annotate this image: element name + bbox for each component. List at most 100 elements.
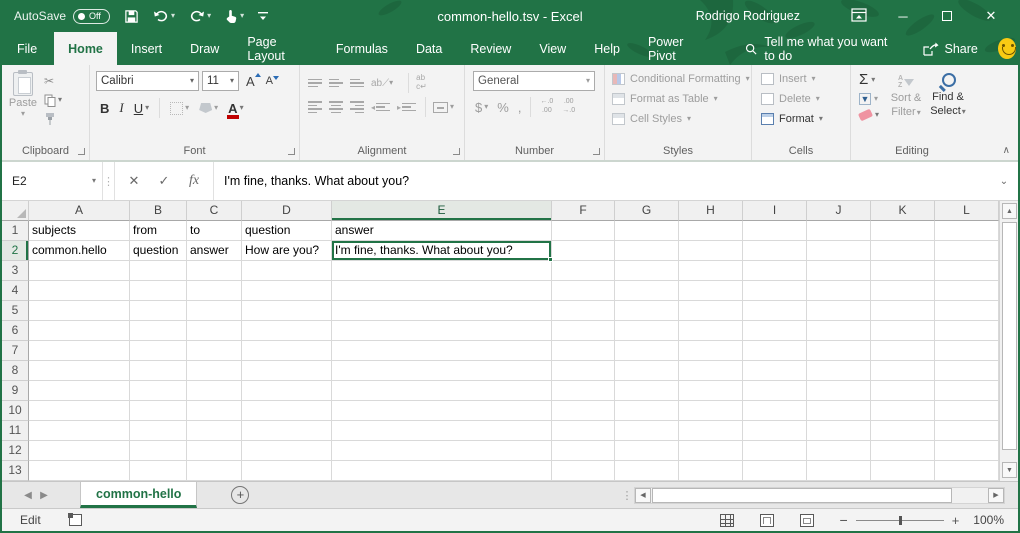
cell-E5[interactable] xyxy=(332,301,552,321)
cell-F6[interactable] xyxy=(552,321,615,341)
align-left-button[interactable] xyxy=(308,101,322,113)
underline-caret[interactable]: ▾ xyxy=(145,104,149,112)
zoom-in-button[interactable]: + xyxy=(952,513,960,528)
row-header-3[interactable]: 3 xyxy=(2,261,29,281)
font-size-combo[interactable]: 11 ▾ xyxy=(202,71,239,91)
delete-cells-button[interactable]: Delete ▾ xyxy=(752,89,850,109)
user-name[interactable]: Rodrigo Rodriguez xyxy=(696,9,800,23)
share-button[interactable]: Share xyxy=(923,32,978,65)
cell-C11[interactable] xyxy=(187,421,242,441)
row-header-1[interactable]: 1 xyxy=(2,221,29,241)
cell-K9[interactable] xyxy=(871,381,935,401)
cell-A13[interactable] xyxy=(29,461,130,481)
cell-B1[interactable]: from xyxy=(130,221,187,241)
maximize-button[interactable] xyxy=(932,9,962,24)
sheet-nav-right-arrow[interactable]: ▶ xyxy=(36,490,52,501)
column-header-K[interactable]: K xyxy=(871,201,935,221)
decrease-indent-button[interactable]: ◂ xyxy=(371,103,390,112)
customize-qat-button[interactable] xyxy=(258,10,268,22)
page-layout-view-button[interactable] xyxy=(760,514,774,527)
cell-K10[interactable] xyxy=(871,401,935,421)
cell-B13[interactable] xyxy=(130,461,187,481)
fill-button[interactable]: ▼▾ xyxy=(859,93,885,105)
cell-C13[interactable] xyxy=(187,461,242,481)
cell-H8[interactable] xyxy=(679,361,743,381)
column-header-B[interactable]: B xyxy=(130,201,187,221)
fill-handle[interactable] xyxy=(548,257,553,262)
cell-B12[interactable] xyxy=(130,441,187,461)
cell-C5[interactable] xyxy=(187,301,242,321)
cell-G9[interactable] xyxy=(615,381,679,401)
cell-H4[interactable] xyxy=(679,281,743,301)
cell-G10[interactable] xyxy=(615,401,679,421)
insert-cells-caret[interactable]: ▾ xyxy=(812,75,816,83)
cell-D8[interactable] xyxy=(242,361,332,381)
cell-K12[interactable] xyxy=(871,441,935,461)
cell-B10[interactable] xyxy=(130,401,187,421)
merge-center-button[interactable]: ▾ xyxy=(433,102,454,113)
row-header-2[interactable]: 2 xyxy=(2,241,29,261)
clipboard-dialog-launcher-icon[interactable] xyxy=(78,148,85,155)
cell-D4[interactable] xyxy=(242,281,332,301)
cell-E1[interactable]: answer xyxy=(332,221,552,241)
cell-I13[interactable] xyxy=(743,461,807,481)
cell-L13[interactable] xyxy=(935,461,999,481)
row-header-4[interactable]: 4 xyxy=(2,281,29,301)
insert-function-button[interactable]: fx xyxy=(179,173,209,189)
vertical-scrollbar-thumb[interactable] xyxy=(1002,222,1017,450)
align-bottom-button[interactable] xyxy=(350,79,364,88)
font-size-caret[interactable]: ▾ xyxy=(230,77,234,85)
cell-F1[interactable] xyxy=(552,221,615,241)
cell-B11[interactable] xyxy=(130,421,187,441)
row-header-12[interactable]: 12 xyxy=(2,441,29,461)
autosave-pill[interactable]: Off xyxy=(73,9,110,24)
cell-styles-caret[interactable]: ▾ xyxy=(687,115,691,123)
cell-L4[interactable] xyxy=(935,281,999,301)
number-dialog-launcher-icon[interactable] xyxy=(593,148,600,155)
cell-A9[interactable] xyxy=(29,381,130,401)
tell-me-box[interactable]: Tell me what you want to do xyxy=(745,32,896,65)
cell-J11[interactable] xyxy=(807,421,871,441)
column-header-L[interactable]: L xyxy=(935,201,999,221)
cell-H12[interactable] xyxy=(679,441,743,461)
clear-button[interactable]: ▾ xyxy=(859,111,885,119)
tab-file[interactable]: File xyxy=(0,32,54,65)
cell-J10[interactable] xyxy=(807,401,871,421)
increase-decimal-button[interactable]: ←.0 .00 xyxy=(540,98,553,116)
cell-F4[interactable] xyxy=(552,281,615,301)
cell-J5[interactable] xyxy=(807,301,871,321)
row-header-13[interactable]: 13 xyxy=(2,461,29,481)
clear-caret[interactable]: ▾ xyxy=(875,111,879,119)
cell-B2[interactable]: question xyxy=(130,241,187,261)
enter-entry-button[interactable]: ✓ xyxy=(149,173,179,189)
select-all-button[interactable] xyxy=(2,201,29,221)
cell-H10[interactable] xyxy=(679,401,743,421)
cell-J9[interactable] xyxy=(807,381,871,401)
cell-K6[interactable] xyxy=(871,321,935,341)
cell-K11[interactable] xyxy=(871,421,935,441)
cell-A10[interactable] xyxy=(29,401,130,421)
cell-G5[interactable] xyxy=(615,301,679,321)
cell-A3[interactable] xyxy=(29,261,130,281)
cell-H9[interactable] xyxy=(679,381,743,401)
cell-L12[interactable] xyxy=(935,441,999,461)
tab-formulas[interactable]: Formulas xyxy=(322,32,402,65)
cell-G13[interactable] xyxy=(615,461,679,481)
cell-A2[interactable]: common.hello xyxy=(29,241,130,261)
cell-C2[interactable]: answer xyxy=(187,241,242,261)
column-header-F[interactable]: F xyxy=(552,201,615,221)
column-header-G[interactable]: G xyxy=(615,201,679,221)
sheet-nav-left-arrow[interactable]: ◀ xyxy=(20,490,36,501)
zoom-slider[interactable] xyxy=(856,520,944,521)
page-break-view-button[interactable] xyxy=(800,514,814,527)
format-painter-button[interactable] xyxy=(44,112,62,126)
cell-styles-button[interactable]: Cell Styles ▾ xyxy=(605,109,751,129)
tab-help[interactable]: Help xyxy=(580,32,634,65)
cell-C3[interactable] xyxy=(187,261,242,281)
undo-button[interactable]: ▾ xyxy=(153,9,175,23)
zoom-level[interactable]: 100% xyxy=(973,513,1004,527)
cut-button[interactable]: ✂ xyxy=(44,74,62,88)
cell-D1[interactable]: question xyxy=(242,221,332,241)
undo-dropdown-caret[interactable]: ▾ xyxy=(171,12,175,20)
close-button[interactable]: ✕ xyxy=(976,8,1006,24)
